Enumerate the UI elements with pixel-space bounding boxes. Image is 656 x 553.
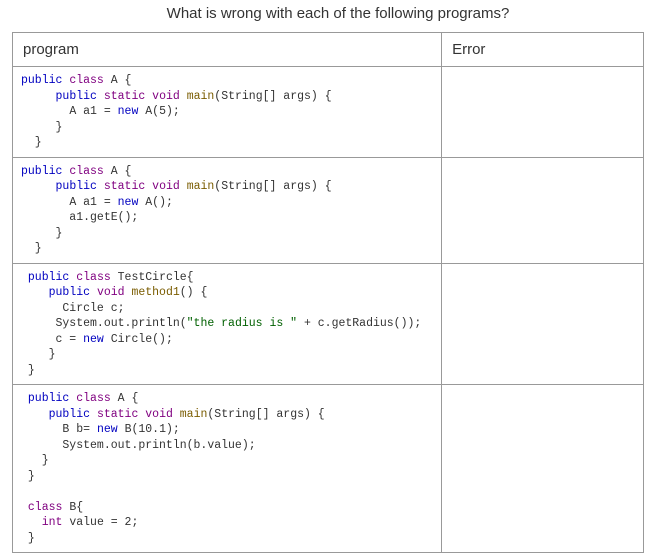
code-block-3: public class TestCircle{ public void met… [21,270,433,379]
code-cell-3: public class TestCircle{ public void met… [13,263,442,385]
programs-table: program Error public class A { public st… [12,32,644,553]
code-block-2: public class A { public static void main… [21,164,433,257]
code-cell-4: public class A { public static void main… [13,385,442,553]
table-row: public class A { public static void main… [13,157,644,263]
table-row: public class A { public static void main… [13,67,644,158]
code-cell-1: public class A { public static void main… [13,67,442,158]
error-cell-2 [442,157,644,263]
code-block-4: public class A { public static void main… [21,391,433,546]
header-program: program [13,33,442,67]
error-cell-3 [442,263,644,385]
code-block-1: public class A { public static void main… [21,73,433,151]
table-row: public class TestCircle{ public void met… [13,263,644,385]
page-title: What is wrong with each of the following… [12,5,644,22]
error-cell-4 [442,385,644,553]
table-row: public class A { public static void main… [13,385,644,553]
header-error: Error [442,33,644,67]
error-cell-1 [442,67,644,158]
code-cell-2: public class A { public static void main… [13,157,442,263]
